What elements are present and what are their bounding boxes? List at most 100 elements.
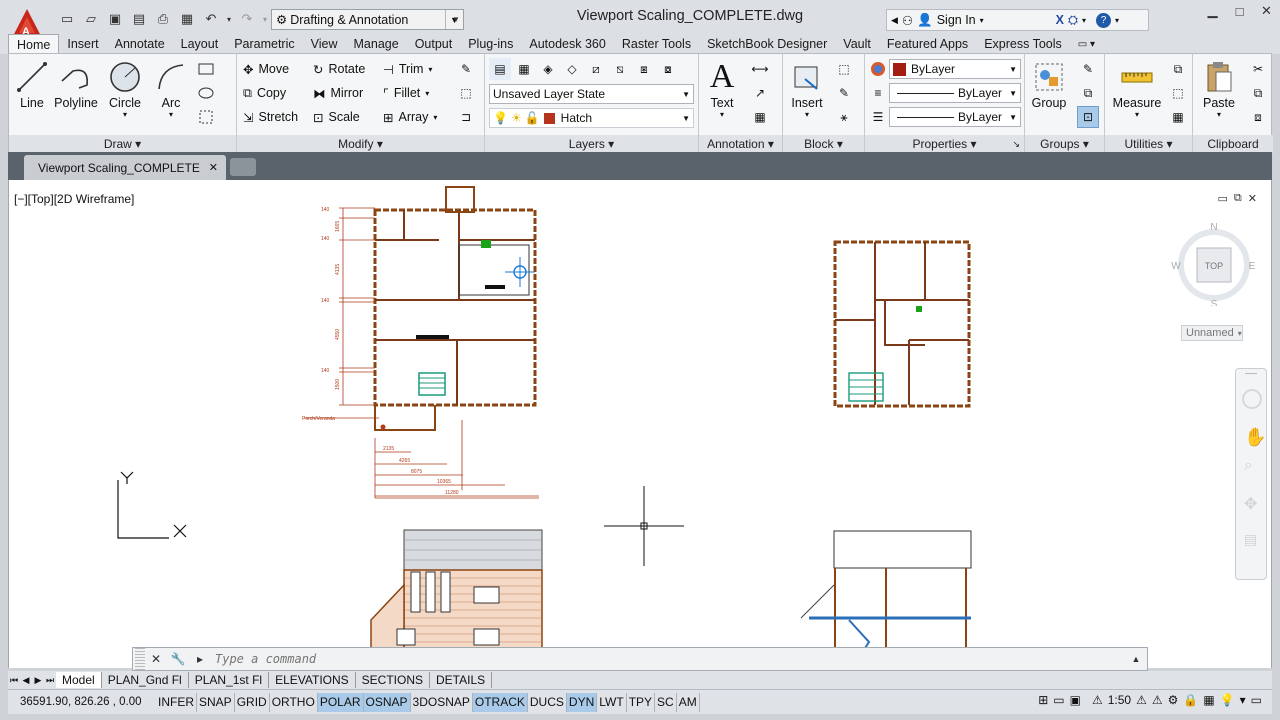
tab-raster-tools[interactable]: Raster Tools	[614, 34, 699, 54]
block-panel-title[interactable]: Block ▾	[783, 135, 864, 153]
status-toggle-sc[interactable]: SC	[655, 692, 677, 712]
tab-sketchbook-designer[interactable]: SketchBook Designer	[699, 34, 835, 54]
layer-unisolate-icon[interactable]: ◇	[561, 58, 583, 80]
auto-scale-icon[interactable]: ⚠	[1152, 693, 1163, 707]
panel-launcher-icon[interactable]: ↘	[1012, 139, 1020, 150]
group-edit-icon[interactable]: ⧉	[1077, 82, 1099, 104]
copy-button[interactable]: ⧉ Copy	[243, 82, 286, 104]
tab-vault[interactable]: Vault	[835, 34, 879, 54]
create-block-icon[interactable]: ⬚	[833, 58, 855, 80]
move-button[interactable]: ✥ Move	[243, 58, 289, 80]
array-button[interactable]: ⊞ Array ▾	[383, 106, 437, 128]
ribbon-minimize-toggle-icon[interactable]: ▭ ▾	[1070, 34, 1103, 54]
quick-view-layouts-icon[interactable]: ▭	[1053, 693, 1064, 707]
status-toggle-polar[interactable]: POLAR	[317, 692, 364, 712]
next-layout-icon[interactable]: ▶	[32, 673, 44, 687]
boundary-icon[interactable]	[195, 106, 217, 128]
rectangle-icon[interactable]	[195, 58, 217, 80]
ungroup-icon[interactable]: ✎	[1077, 58, 1099, 80]
lock-ui-icon[interactable]: 🔒	[1183, 693, 1198, 707]
first-layout-icon[interactable]: ⏮	[8, 673, 20, 687]
group-button[interactable]: Group	[1029, 58, 1069, 110]
tab-home[interactable]: Home	[8, 34, 60, 54]
close-command-line-icon[interactable]: ✕	[145, 648, 167, 670]
utilities-panel-title[interactable]: Utilities ▾	[1105, 135, 1192, 153]
group-selection-icon[interactable]: ⊡	[1077, 106, 1099, 128]
dimension-icon[interactable]: ⟷	[749, 58, 771, 80]
clean-screen-icon[interactable]: ▭	[1251, 693, 1262, 707]
cut-icon[interactable]: ✂	[1247, 58, 1269, 80]
table-icon[interactable]: ▦	[749, 106, 771, 128]
status-toggle-lwt[interactable]: LWT	[597, 692, 627, 712]
plot-icon[interactable]: ⎙	[152, 9, 174, 29]
fillet-dropdown-icon[interactable]: ▾	[425, 89, 429, 98]
status-toggle-ducs[interactable]: DUCS	[528, 692, 567, 712]
annotation-visibility-icon[interactable]: ⚠	[1136, 693, 1147, 707]
select-all-icon[interactable]: ⬚	[1167, 82, 1189, 104]
tab-annotate[interactable]: Annotate	[107, 34, 173, 54]
arc-dropdown-icon[interactable]: ▾	[169, 110, 173, 119]
hatch-icon[interactable]	[195, 82, 217, 104]
scale-button[interactable]: ⊡ Scale	[313, 106, 360, 128]
quick-view-drawings-icon[interactable]: ▣	[1070, 693, 1081, 707]
last-layout-icon[interactable]: ⏭	[44, 673, 56, 687]
tab-insert[interactable]: Insert	[59, 34, 106, 54]
offset-icon[interactable]: ⊐	[455, 106, 477, 128]
help-dropdown-icon[interactable]: ▾	[1115, 16, 1119, 25]
stretch-button[interactable]: ⇲ Stretch	[243, 106, 298, 128]
layout-tab-elevations[interactable]: ELEVATIONS	[269, 672, 356, 688]
layout-tab-plan-gnd[interactable]: PLAN_Gnd Fl	[102, 672, 189, 688]
lineweight-dropdown[interactable]: ByLayer ▼	[889, 83, 1021, 103]
rotate-button[interactable]: ↻ Rotate	[313, 58, 365, 80]
tab-autodesk-360[interactable]: Autodesk 360	[521, 34, 613, 54]
isolate-objects-icon[interactable]: 💡	[1220, 693, 1235, 707]
line-button[interactable]: Line	[15, 58, 49, 110]
status-toggle-grid[interactable]: GRID	[235, 692, 270, 712]
layer-properties-icon[interactable]: ▤	[489, 58, 511, 80]
redo-icon[interactable]: ↷	[236, 9, 258, 29]
trim-button[interactable]: ⊣ Trim ▾	[383, 58, 432, 80]
sign-in-link[interactable]: Sign In	[937, 13, 976, 27]
status-toggle-dyn[interactable]: DYN	[566, 692, 598, 712]
layer-off-icon[interactable]: ⧇	[657, 58, 679, 80]
close-tab-icon[interactable]: ✕	[209, 161, 218, 174]
linetype-dropdown[interactable]: ByLayer ▼	[889, 107, 1021, 127]
edit-attributes-icon[interactable]: ⚹	[833, 106, 855, 128]
redo-dropdown-icon[interactable]: ▾	[260, 9, 270, 29]
array-dropdown-icon[interactable]: ▾	[433, 113, 437, 122]
first-floor-plan[interactable]	[833, 240, 971, 408]
clipboard-panel-title[interactable]: Clipboard	[1193, 135, 1273, 153]
help-icon[interactable]: ?	[1096, 12, 1112, 28]
tab-plugins[interactable]: Plug-ins	[460, 34, 521, 54]
status-toggle-am[interactable]: AM	[677, 692, 700, 712]
tab-view[interactable]: View	[303, 34, 346, 54]
new-tab-button[interactable]	[230, 158, 256, 176]
layer-previous-icon[interactable]: ⧅	[609, 58, 631, 80]
close-icon[interactable]: ✕	[1253, 0, 1280, 22]
layer-walk-icon[interactable]: ⧆	[633, 58, 655, 80]
circle-button[interactable]: Circle ▾	[107, 58, 143, 119]
status-toggle-ortho[interactable]: ORTHO	[270, 692, 318, 712]
text-dropdown-icon[interactable]: ▾	[720, 110, 724, 119]
stay-connected-dropdown-icon[interactable]: ▾	[1082, 16, 1086, 25]
paste-button[interactable]: Paste ▾	[1197, 58, 1241, 119]
save-icon[interactable]: ▣	[104, 9, 126, 29]
status-menu-icon[interactable]: ▾	[1240, 693, 1246, 707]
status-toggle-3dosnap[interactable]: 3DOSNAP	[411, 692, 473, 712]
file-tab-active[interactable]: Viewport Scaling_COMPLETE ✕	[24, 155, 226, 180]
new-icon[interactable]: ▭	[56, 9, 78, 29]
properties-panel-title[interactable]: Properties ▾ ↘	[865, 135, 1024, 153]
fillet-button[interactable]: ⌜ Fillet ▾	[383, 82, 429, 104]
circle-dropdown-icon[interactable]: ▾	[123, 110, 127, 119]
tab-express-tools[interactable]: Express Tools	[976, 34, 1070, 54]
status-toggle-snap[interactable]: SNAP	[197, 692, 235, 712]
text-button[interactable]: A Text ▾	[703, 58, 741, 119]
draw-panel-title[interactable]: Draw ▾	[9, 135, 236, 153]
a360-icon[interactable]: ⛭	[1068, 13, 1078, 28]
layer-match-icon[interactable]: ⧄	[585, 58, 607, 80]
paste-dropdown-icon[interactable]: ▾	[1217, 110, 1221, 119]
undo-dropdown-icon[interactable]: ▾	[224, 9, 234, 29]
prev-layout-icon[interactable]: ◀	[20, 673, 32, 687]
linetype-icon[interactable]: ☰	[867, 106, 889, 128]
coordinate-readout[interactable]: 36591.90, 826.26 , 0.00	[8, 696, 156, 708]
